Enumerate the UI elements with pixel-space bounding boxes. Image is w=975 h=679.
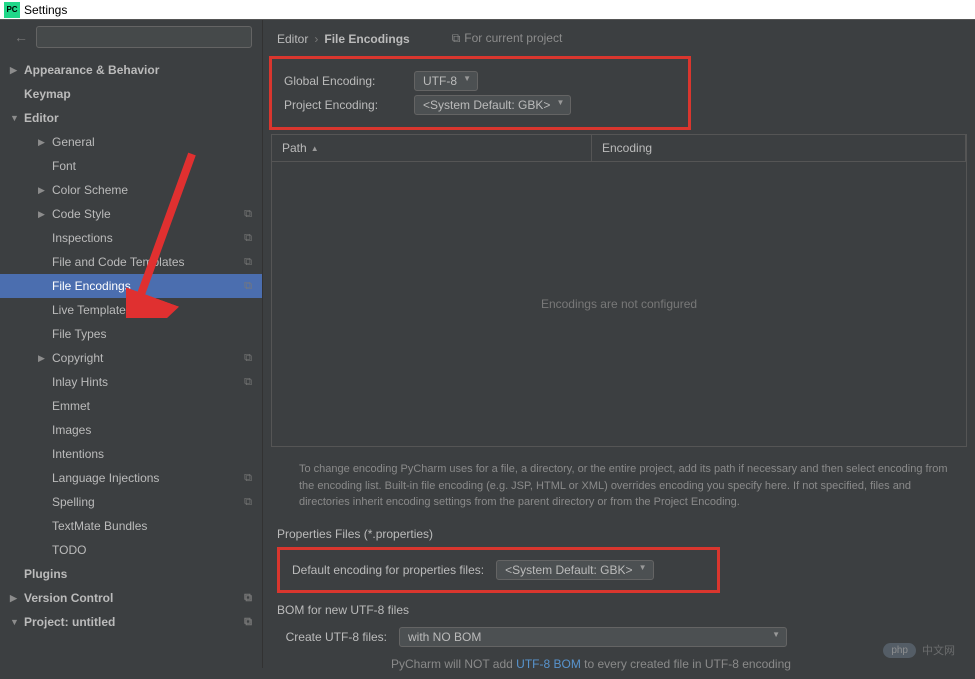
tree-item-plugins[interactable]: Plugins	[0, 562, 262, 586]
column-path[interactable]: Path▲	[272, 135, 592, 161]
per-project-icon: ⧉	[244, 256, 252, 269]
properties-highlight-box: Default encoding for properties files: <…	[277, 547, 720, 593]
tree-item-label: File Types	[52, 327, 106, 341]
tree-item-label: Keymap	[24, 87, 71, 101]
per-project-icon: ⧉	[244, 472, 252, 485]
tree-item-label: Font	[52, 159, 76, 173]
tree-item-label: TODO	[52, 543, 86, 557]
tree-item-label: Language Injections	[52, 471, 159, 485]
properties-encoding-label: Default encoding for properties files:	[292, 563, 484, 577]
tree-item-live-templates[interactable]: Live Templates	[0, 298, 262, 322]
encoding-highlight-box: Global Encoding: UTF-8 Project Encoding:…	[269, 56, 691, 130]
tree-item-label: Code Style	[52, 207, 111, 221]
tree-item-label: Images	[52, 423, 91, 437]
tree-item-file-types[interactable]: File Types	[0, 322, 262, 346]
tree-item-label: Color Scheme	[52, 183, 128, 197]
bom-note: PyCharm will NOT add UTF-8 BOM to every …	[263, 653, 975, 679]
tree-item-label: Project: untitled	[24, 615, 115, 629]
settings-sidebar: ← Appearance & Behavior Keymap Editor Gener…	[0, 20, 263, 668]
tree-item-copyright[interactable]: Copyright ⧉	[0, 346, 262, 370]
per-project-icon: ⧉	[244, 280, 252, 293]
per-project-icon: ⧉	[244, 352, 252, 365]
tree-item-general[interactable]: General	[0, 130, 262, 154]
search-input[interactable]	[36, 26, 252, 48]
tree-arrow-icon	[10, 65, 20, 76]
tree-item-label: File and Code Templates	[52, 255, 185, 269]
tree-item-project-untitled[interactable]: Project: untitled ⧉	[0, 610, 262, 634]
global-encoding-label: Global Encoding:	[284, 74, 414, 88]
tree-item-version-control[interactable]: Version Control ⧉	[0, 586, 262, 610]
tree-item-label: Version Control	[24, 591, 113, 605]
project-encoding-label: Project Encoding:	[284, 98, 414, 112]
utf8-bom-link[interactable]: UTF-8 BOM	[516, 657, 581, 671]
sort-asc-icon: ▲	[311, 144, 319, 153]
tree-item-keymap[interactable]: Keymap	[0, 82, 262, 106]
per-project-icon: ⧉	[244, 616, 252, 629]
tree-arrow-icon	[10, 113, 20, 123]
app-icon: PC	[4, 2, 20, 18]
per-project-icon: ⧉	[244, 592, 252, 605]
watermark: php 中文网	[883, 642, 955, 658]
table-empty-message: Encodings are not configured	[272, 162, 966, 446]
tree-item-label: Editor	[24, 111, 59, 125]
settings-main: Editor›File Encodings ⧉ For current proj…	[263, 20, 975, 668]
tree-item-label: Plugins	[24, 567, 67, 581]
tree-item-label: TextMate Bundles	[52, 519, 147, 533]
tree-item-label: Appearance & Behavior	[24, 63, 159, 77]
bom-dropdown[interactable]: with NO BOM	[399, 627, 787, 647]
tree-item-appearance-behavior[interactable]: Appearance & Behavior	[0, 58, 262, 82]
tree-item-label: Spelling	[52, 495, 95, 509]
tree-item-textmate-bundles[interactable]: TextMate Bundles	[0, 514, 262, 538]
properties-section-title: Properties Files (*.properties)	[263, 519, 975, 545]
tree-item-file-encodings[interactable]: File Encodings ⧉	[0, 274, 262, 298]
window-title: Settings	[24, 3, 67, 17]
tree-item-label: File Encodings	[52, 279, 131, 293]
tree-arrow-icon	[38, 353, 48, 364]
per-project-icon: ⧉	[244, 208, 252, 221]
bom-label: Create UTF-8 files:	[277, 630, 387, 644]
column-encoding[interactable]: Encoding	[592, 135, 966, 161]
tree-item-inspections[interactable]: Inspections ⧉	[0, 226, 262, 250]
tree-item-font[interactable]: Font	[0, 154, 262, 178]
tree-item-file-and-code-templates[interactable]: File and Code Templates ⧉	[0, 250, 262, 274]
tree-item-label: Emmet	[52, 399, 90, 413]
tree-item-label: Inlay Hints	[52, 375, 108, 389]
tree-arrow-icon	[10, 617, 20, 627]
tree-arrow-icon	[10, 593, 20, 604]
per-project-icon: ⧉	[244, 232, 252, 245]
encoding-info-text: To change encoding PyCharm uses for a fi…	[263, 447, 975, 519]
tree-item-label: Copyright	[52, 351, 103, 365]
tree-item-code-style[interactable]: Code Style ⧉	[0, 202, 262, 226]
settings-tree: Appearance & Behavior Keymap Editor General…	[0, 54, 262, 668]
tree-item-spelling[interactable]: Spelling ⧉	[0, 490, 262, 514]
encoding-table: Path▲ Encoding Encodings are not configu…	[271, 134, 967, 447]
window-titlebar: PC Settings	[0, 0, 975, 20]
properties-encoding-dropdown[interactable]: <System Default: GBK>	[496, 560, 653, 580]
back-button[interactable]: ←	[10, 29, 32, 45]
tree-item-color-scheme[interactable]: Color Scheme	[0, 178, 262, 202]
tree-item-label: Live Templates	[52, 303, 132, 317]
tree-item-label: Intentions	[52, 447, 104, 461]
tree-arrow-icon	[38, 209, 48, 220]
bom-section-title: BOM for new UTF-8 files	[263, 595, 975, 621]
tree-item-emmet[interactable]: Emmet	[0, 394, 262, 418]
tree-item-label: General	[52, 135, 95, 149]
per-project-icon: ⧉	[244, 376, 252, 389]
for-current-project-link[interactable]: ⧉ For current project	[452, 31, 563, 46]
tree-item-editor[interactable]: Editor	[0, 106, 262, 130]
copy-icon: ⧉	[452, 31, 461, 46]
tree-item-inlay-hints[interactable]: Inlay Hints ⧉	[0, 370, 262, 394]
tree-item-todo[interactable]: TODO	[0, 538, 262, 562]
per-project-icon: ⧉	[244, 496, 252, 509]
global-encoding-dropdown[interactable]: UTF-8	[414, 71, 478, 91]
tree-item-label: Inspections	[52, 231, 113, 245]
tree-item-intentions[interactable]: Intentions	[0, 442, 262, 466]
tree-arrow-icon	[38, 137, 48, 148]
project-encoding-dropdown[interactable]: <System Default: GBK>	[414, 95, 571, 115]
tree-arrow-icon	[38, 185, 48, 196]
tree-item-language-injections[interactable]: Language Injections ⧉	[0, 466, 262, 490]
tree-item-images[interactable]: Images	[0, 418, 262, 442]
breadcrumb: Editor›File Encodings	[277, 30, 410, 46]
